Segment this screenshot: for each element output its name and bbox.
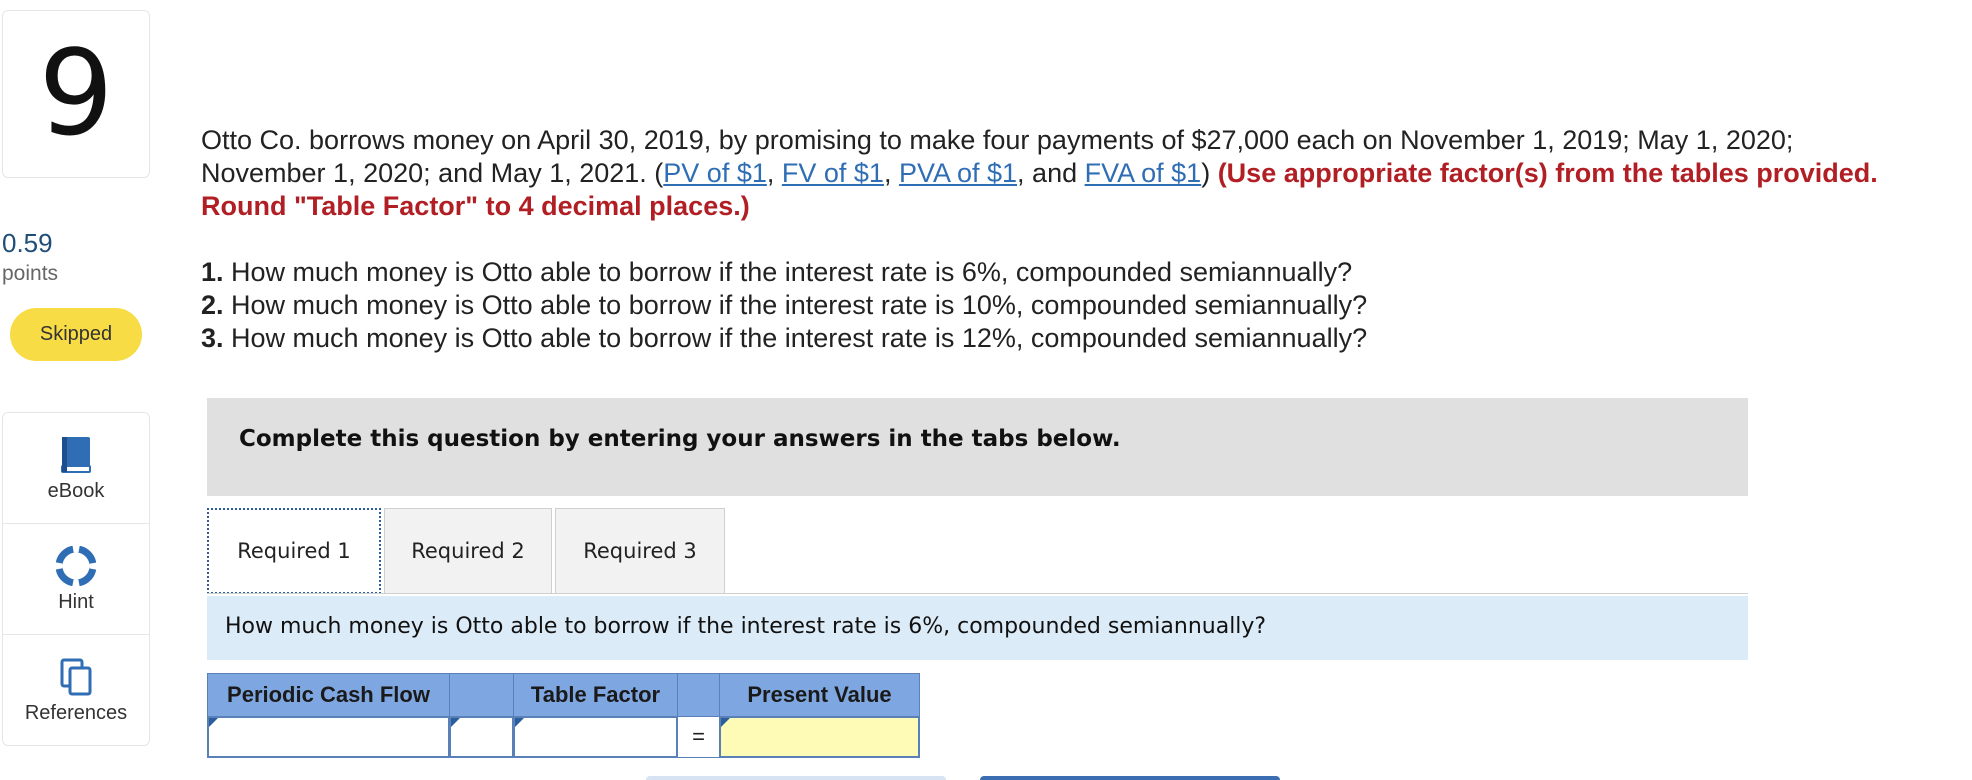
header-table-factor: Table Factor [513,673,678,717]
pv-table-link[interactable]: PV of $1 [663,158,767,188]
question-text: Otto Co. borrows money on April 30, 2019… [201,124,1921,223]
answer-tabs: Required 1 Required 2 Required 3 [207,508,728,594]
lifebuoy-icon [56,545,96,587]
instruction-banner: Complete this question by entering your … [207,398,1748,496]
question-number-box: 9 [2,10,150,178]
item-text: How much money is Otto able to borrow if… [223,257,1353,287]
factor-cell [513,716,678,758]
book-icon [59,434,93,476]
link-separator: , and [1017,158,1085,188]
present-value-input[interactable] [720,717,919,757]
header-periodic-cash-flow: Periodic Cash Flow [207,673,450,717]
question-item: 3. How much money is Otto able to borrow… [201,322,1367,355]
ebook-label: eBook [47,479,105,502]
references-label: References [24,702,128,724]
table-row: = [207,716,920,758]
tab-required-1[interactable]: Required 1 [207,508,381,594]
tab-divider [207,593,1748,594]
tab-required-3[interactable]: Required 3 [555,508,725,594]
fv-table-link[interactable]: FV of $1 [782,158,884,188]
ebook-button[interactable]: eBook [3,413,149,524]
banner-text: Complete this question by entering your … [239,426,1121,452]
periodic-cash-flow-input[interactable] [208,717,449,757]
hint-label: Hint [58,590,94,613]
equals-sign: = [677,716,720,758]
subquestion-text: How much money is Otto able to borrow if… [225,614,1267,639]
question-number: 9 [38,24,114,162]
copy-icon [58,656,94,698]
cash-flow-cell [207,716,450,758]
tab-required-2[interactable]: Required 2 [384,508,552,594]
tools-panel: eBook Hint References [2,412,150,746]
table-factor-input[interactable] [514,717,677,757]
calculation-table: Periodic Cash Flow Table Factor Present … [207,673,920,758]
present-value-cell [719,716,920,758]
status-badge: Skipped [10,308,142,361]
link-separator: , [766,158,782,188]
previous-tab-button[interactable] [646,776,946,780]
pva-table-link[interactable]: PVA of $1 [899,158,1017,188]
question-items: 1. How much money is Otto able to borrow… [201,256,1367,355]
points-label: points [2,262,59,285]
references-button[interactable]: References [3,635,149,746]
item-number: 1. [201,257,224,287]
header-operator [449,673,514,717]
item-number: 3. [201,323,224,353]
operator-cell [449,716,514,758]
item-text: How much money is Otto able to borrow if… [223,323,1368,353]
points-value: 0.59 [2,228,53,258]
header-present-value: Present Value [719,673,920,717]
hint-button[interactable]: Hint [3,524,149,635]
header-equals [677,673,720,717]
item-text: How much money is Otto able to borrow if… [223,290,1368,320]
next-tab-button[interactable] [980,776,1280,780]
link-separator: , [883,158,899,188]
item-number: 2. [201,290,224,320]
link-close: ) [1201,158,1218,188]
fva-table-link[interactable]: FVA of $1 [1085,158,1202,188]
question-item: 2. How much money is Otto able to borrow… [201,289,1367,322]
table-header-row: Periodic Cash Flow Table Factor Present … [207,673,920,717]
question-item: 1. How much money is Otto able to borrow… [201,256,1367,289]
subquestion-bar: How much money is Otto able to borrow if… [207,596,1748,660]
operator-input[interactable] [450,717,513,757]
